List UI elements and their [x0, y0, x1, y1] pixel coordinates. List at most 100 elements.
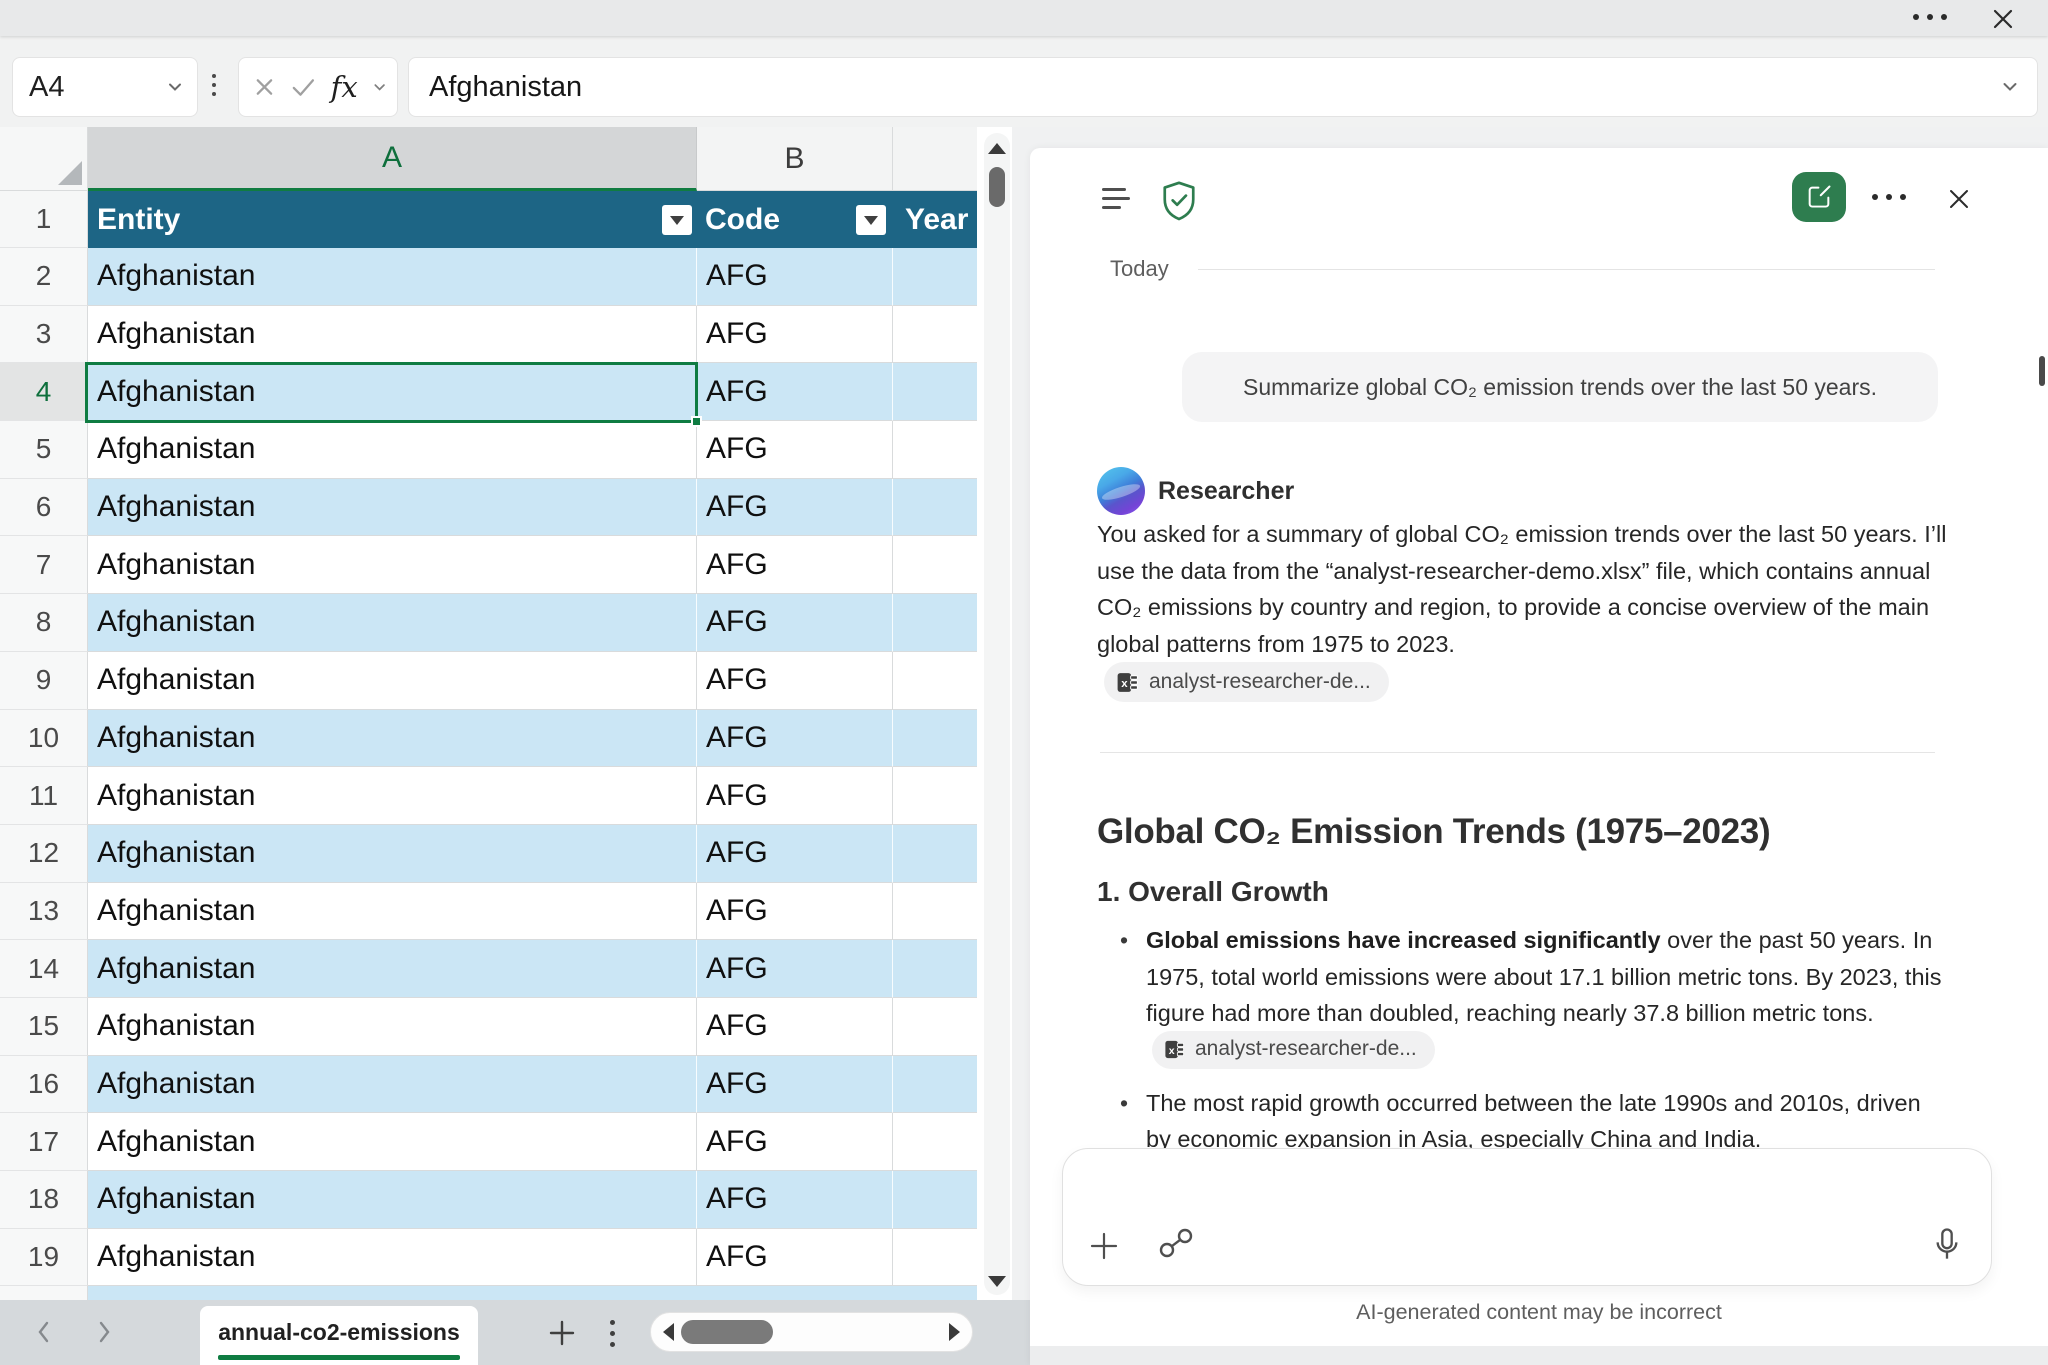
- row-header-12[interactable]: 12: [0, 825, 88, 883]
- cell-year[interactable]: [893, 248, 977, 306]
- cell-year[interactable]: [893, 536, 977, 594]
- sheet-list-menu-icon[interactable]: [610, 1320, 615, 1347]
- cell-year[interactable]: [893, 306, 977, 364]
- prev-sheet-icon[interactable]: [30, 1318, 58, 1346]
- scroll-left-icon[interactable]: [663, 1323, 674, 1341]
- resize-grip-icon[interactable]: [212, 74, 216, 96]
- row-header-4[interactable]: 4: [0, 363, 88, 421]
- agents-link-icon[interactable]: [1155, 1225, 1197, 1261]
- cell-entity[interactable]: Afghanistan: [88, 825, 697, 883]
- chevron-down-icon[interactable]: [372, 79, 387, 95]
- cell-year[interactable]: [893, 825, 977, 883]
- cell-code[interactable]: AFG: [697, 710, 893, 768]
- row-header-14[interactable]: 14: [0, 940, 88, 998]
- cell-code[interactable]: AFG: [697, 652, 893, 710]
- pane-more-icon[interactable]: [1872, 194, 1906, 200]
- row-header-19[interactable]: 19: [0, 1229, 88, 1287]
- cell-entity[interactable]: Afghanistan: [88, 940, 697, 998]
- cell-year[interactable]: [893, 1229, 977, 1287]
- pane-close-icon[interactable]: [1942, 182, 1976, 216]
- cell-entity[interactable]: Afghanistan: [88, 248, 697, 306]
- cell-year[interactable]: [893, 1171, 977, 1229]
- cell-code[interactable]: AFG: [697, 998, 893, 1056]
- cell-code[interactable]: AFG: [697, 536, 893, 594]
- confirm-entry-icon[interactable]: [290, 75, 317, 99]
- cell-year[interactable]: [893, 479, 977, 537]
- cell-code[interactable]: AFG: [697, 363, 893, 421]
- cell-year[interactable]: [893, 594, 977, 652]
- window-more-icon[interactable]: [1913, 14, 1947, 20]
- scroll-up-icon[interactable]: [988, 143, 1006, 154]
- header-code[interactable]: Code: [705, 203, 780, 237]
- cell-code[interactable]: AFG: [697, 1171, 893, 1229]
- cell-entity[interactable]: Afghanistan: [88, 363, 697, 421]
- row-header-10[interactable]: 10: [0, 710, 88, 768]
- attach-plus-icon[interactable]: [1087, 1229, 1121, 1263]
- cell-code[interactable]: AFG: [697, 1229, 893, 1287]
- expand-formula-bar-icon[interactable]: [1999, 76, 2021, 98]
- cell-entity[interactable]: Afghanistan: [88, 1171, 697, 1229]
- cell-code[interactable]: AFG: [697, 421, 893, 479]
- file-reference-chip[interactable]: x analyst-researcher-de...: [1104, 662, 1389, 702]
- cell-entity[interactable]: Afghanistan: [88, 421, 697, 479]
- cell-year[interactable]: [893, 1056, 977, 1114]
- cell-year[interactable]: [893, 421, 977, 479]
- select-all-corner[interactable]: [0, 127, 88, 191]
- chat-input[interactable]: [1083, 1161, 1973, 1231]
- cell-entity[interactable]: Afghanistan: [88, 594, 697, 652]
- new-chat-button[interactable]: [1792, 172, 1846, 222]
- formula-input[interactable]: Afghanistan: [408, 57, 2038, 117]
- cell-code[interactable]: AFG: [697, 1056, 893, 1114]
- insert-function-button[interactable]: fx: [331, 70, 358, 104]
- shield-check-icon[interactable]: [1160, 180, 1198, 222]
- row-header-6[interactable]: 6: [0, 479, 88, 537]
- cell-entity[interactable]: Afghanistan: [88, 710, 697, 768]
- cell-year[interactable]: [893, 710, 977, 768]
- cell-year[interactable]: [893, 940, 977, 998]
- cell-entity[interactable]: Afghanistan: [88, 652, 697, 710]
- file-reference-chip[interactable]: x analyst-researcher-de...: [1152, 1031, 1435, 1069]
- row-header-17[interactable]: 17: [0, 1113, 88, 1171]
- cell-entity[interactable]: Afghanistan: [88, 883, 697, 941]
- cell-year[interactable]: [893, 652, 977, 710]
- column-header-c-partial[interactable]: [893, 127, 977, 191]
- cell-entity[interactable]: Afghanistan: [88, 1056, 697, 1114]
- cell-code[interactable]: AFG: [697, 594, 893, 652]
- row-header-5[interactable]: 5: [0, 421, 88, 479]
- header-entity[interactable]: Entity: [97, 203, 180, 237]
- cell-code[interactable]: AFG: [697, 1113, 893, 1171]
- row-header-3[interactable]: 3: [0, 306, 88, 364]
- cell-entity[interactable]: Afghanistan: [88, 536, 697, 594]
- horizontal-scroll-thumb[interactable]: [681, 1320, 773, 1344]
- cell-code[interactable]: AFG: [697, 767, 893, 825]
- microphone-icon[interactable]: [1933, 1227, 1961, 1267]
- cell-entity[interactable]: Afghanistan: [88, 1229, 697, 1287]
- row-header-1[interactable]: 1: [0, 191, 88, 248]
- cell-entity[interactable]: Afghanistan: [88, 479, 697, 537]
- cell-code[interactable]: AFG: [697, 479, 893, 537]
- cell-code[interactable]: AFG: [697, 306, 893, 364]
- column-header-a[interactable]: A: [88, 127, 697, 191]
- name-box[interactable]: A4: [12, 57, 198, 117]
- cell-entity[interactable]: Afghanistan: [88, 767, 697, 825]
- vertical-scroll-thumb[interactable]: [989, 167, 1005, 207]
- row-header-8[interactable]: 8: [0, 594, 88, 652]
- row-header-9[interactable]: 9: [0, 652, 88, 710]
- scroll-right-icon[interactable]: [949, 1323, 960, 1341]
- cell-code[interactable]: AFG: [697, 940, 893, 998]
- row-header-2[interactable]: 2: [0, 248, 88, 306]
- cancel-entry-icon[interactable]: [253, 75, 276, 99]
- cell-entity[interactable]: Afghanistan: [88, 1113, 697, 1171]
- row-header-18[interactable]: 18: [0, 1171, 88, 1229]
- row-header-11[interactable]: 11: [0, 767, 88, 825]
- chat-history-icon[interactable]: [1102, 188, 1130, 215]
- sheet-tab-active[interactable]: annual-co2-emissions: [200, 1306, 478, 1365]
- cell-year[interactable]: [893, 883, 977, 941]
- cell-entity[interactable]: Afghanistan: [88, 998, 697, 1056]
- cell-code[interactable]: AFG: [697, 248, 893, 306]
- pane-scroll-thumb[interactable]: [2039, 356, 2045, 386]
- filter-button-entity[interactable]: [662, 205, 692, 235]
- cell-code[interactable]: AFG: [697, 883, 893, 941]
- cell-code[interactable]: AFG: [697, 825, 893, 883]
- cell-entity[interactable]: Afghanistan: [88, 306, 697, 364]
